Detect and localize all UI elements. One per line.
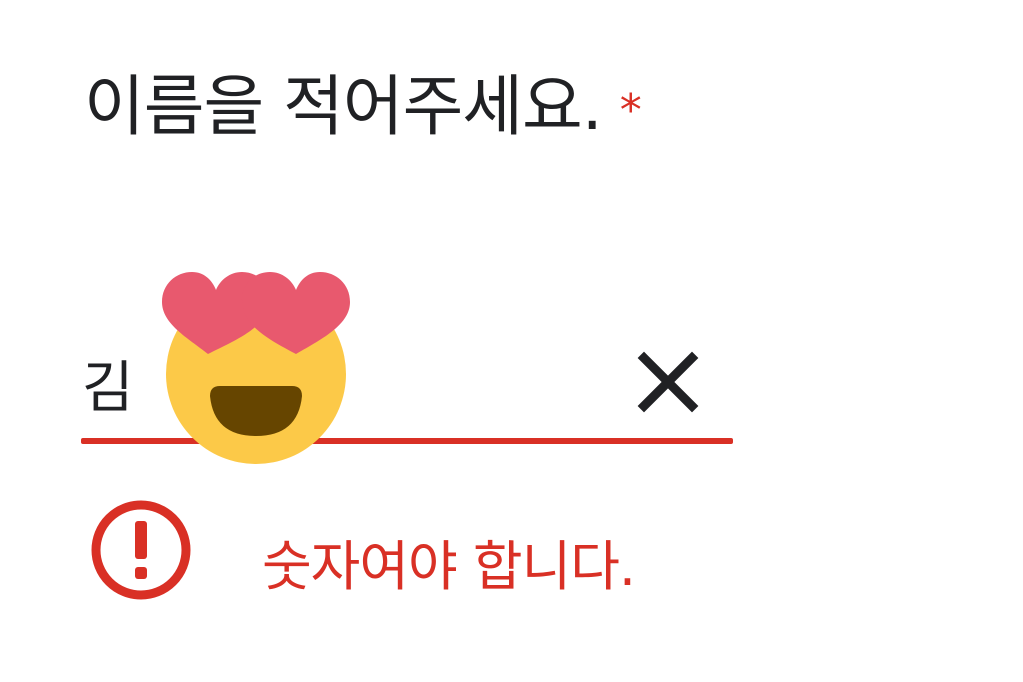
required-asterisk: *: [619, 85, 642, 136]
heart-eyes-emoji-icon: [162, 272, 350, 464]
error-icon: [91, 500, 191, 600]
close-icon: [637, 351, 699, 413]
short-answer-question: 이름을 적어주세요. * 숫자여야 합니다.: [0, 0, 1023, 682]
question-title: 이름을 적어주세요. *: [84, 62, 642, 152]
error-message: 숫자여야 합니다.: [262, 535, 636, 598]
clear-button[interactable]: [636, 350, 700, 414]
question-label-text: 이름을 적어주세요.: [84, 68, 603, 145]
